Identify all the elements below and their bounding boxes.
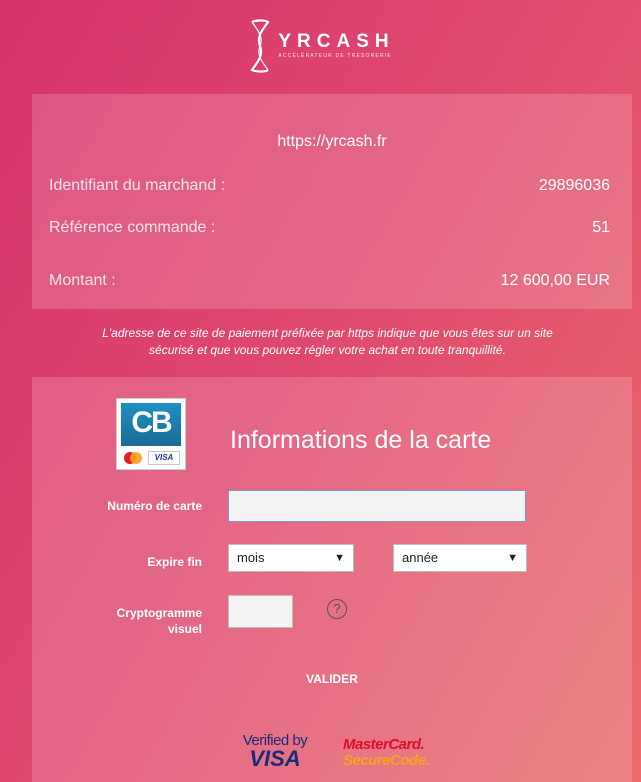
expiry-year-select[interactable]: année ▼	[393, 544, 527, 572]
expiry-month-value: mois	[237, 550, 265, 565]
order-ref-label: Référence commande :	[49, 219, 216, 236]
expiry-year-value: année	[402, 550, 439, 565]
brand-header: YRCASH ACCÉLÉRATEUR DE TRÉSORERIE	[0, 14, 641, 78]
mastercard-securecode-logo: MasterCard. SecureCode.	[343, 736, 430, 769]
brand-tagline: ACCÉLÉRATEUR DE TRÉSORERIE	[278, 53, 392, 59]
dropdown-arrow-icon: ▼	[507, 552, 518, 564]
site-url: https://yrcash.fr	[277, 133, 387, 150]
amount-value: 12 600,00 EUR	[500, 272, 610, 289]
card-number-input[interactable]	[228, 490, 526, 522]
payment-page: YRCASH ACCÉLÉRATEUR DE TRÉSORERIE https:…	[0, 0, 641, 782]
expiry-label: Expire fin	[147, 555, 202, 569]
expiry-month-select[interactable]: mois ▼	[228, 544, 354, 572]
cb-card-logo: CB VISA	[116, 398, 186, 470]
cb-logo-text: CB	[131, 406, 172, 439]
card-form: CB VISA Informations de la carte Numéro …	[32, 377, 632, 782]
hourglass-logo-icon	[250, 19, 270, 73]
security-notice-line1: L'adresse de ce site de paiement préfixé…	[102, 326, 553, 340]
order-summary: https://yrcash.fr Identifiant du marchan…	[32, 94, 632, 309]
amount-row: Montant : 12 600,00 EUR	[49, 272, 610, 290]
security-notice: L'adresse de ce site de paiement préfixé…	[40, 325, 615, 359]
cvv-input[interactable]	[228, 595, 293, 628]
mastercard-mini-icon	[124, 452, 142, 464]
help-icon[interactable]: ?	[327, 599, 347, 619]
dropdown-arrow-icon: ▼	[334, 552, 345, 564]
brand-name: YRCASH	[278, 31, 395, 52]
verified-by-visa-logo: Verified by VISA	[242, 732, 308, 771]
merchant-id-row: Identifiant du marchand : 29896036	[49, 177, 610, 195]
brand-logo: YRCASH ACCÉLÉRATEUR DE TRÉSORERIE	[246, 18, 394, 74]
visa-mini-logo: VISA	[148, 451, 180, 465]
merchant-id-value: 29896036	[538, 177, 610, 194]
order-ref-value: 51	[592, 219, 610, 236]
order-ref-row: Référence commande : 51	[49, 219, 610, 237]
card-number-label: Numéro de carte	[107, 499, 202, 513]
cvv-label: Cryptogramme visuel	[116, 606, 202, 636]
submit-button[interactable]: VALIDER	[280, 672, 384, 692]
amount-label: Montant :	[49, 272, 116, 289]
security-notice-line2: sécurisé et que vous pouvez régler votre…	[149, 343, 506, 357]
merchant-id-label: Identifiant du marchand :	[49, 177, 226, 194]
form-title: Informations de la carte	[230, 426, 492, 454]
